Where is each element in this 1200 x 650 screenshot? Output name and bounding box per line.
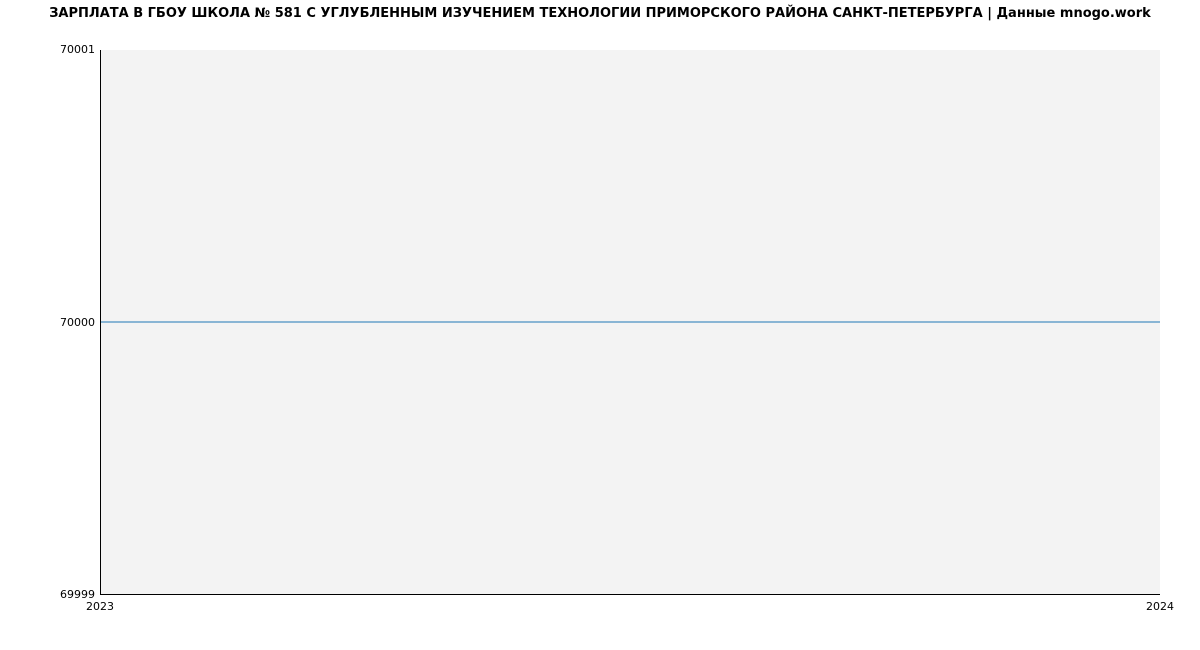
xtick-2023: 2023: [70, 600, 130, 613]
xtick-2024: 2024: [1130, 600, 1190, 613]
salary-chart: ЗАРПЛАТА В ГБОУ ШКОЛА № 581 С УГЛУБЛЕННЫ…: [0, 0, 1200, 650]
ytick-70001: 70001: [5, 44, 95, 56]
salary-line: [101, 322, 1160, 323]
plot-area: [100, 50, 1160, 595]
chart-title: ЗАРПЛАТА В ГБОУ ШКОЛА № 581 С УГЛУБЛЕННЫ…: [0, 6, 1200, 21]
ytick-70000: 70000: [5, 317, 95, 329]
